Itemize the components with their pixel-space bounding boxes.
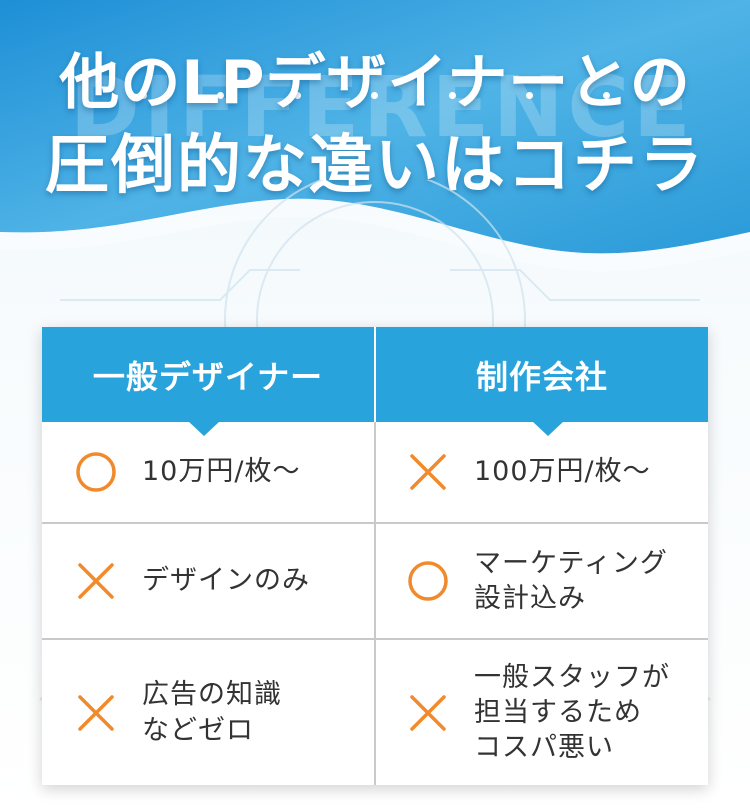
table-cell: 10万円/枚〜: [74, 422, 300, 522]
table-cell: 広告の知識 などゼロ: [74, 640, 282, 785]
table-header: 一般デザイナー 制作会社: [42, 327, 708, 436]
cell-text: マーケティング: [474, 547, 668, 579]
column-divider: [374, 422, 376, 785]
page-title-line-1: 他のLPデザイナーとの: [59, 48, 691, 118]
table-cell: デザインのみ: [74, 524, 310, 638]
table-cell: 100万円/枚〜: [406, 422, 651, 522]
cross-icon: [74, 559, 118, 603]
table-cell: マーケティング 設計込み: [406, 524, 668, 638]
cross-icon: [74, 691, 118, 735]
circle-icon: [74, 450, 118, 494]
column-header-label: 一般デザイナー: [92, 357, 324, 396]
cross-icon: [406, 691, 450, 735]
cell-text: 100万円/枚〜: [474, 456, 651, 488]
circle-icon: [406, 559, 450, 603]
cell-text: デザインのみ: [142, 565, 310, 597]
cross-icon: [406, 450, 450, 494]
page: DIFFERENCE 他のLPデザイナーとの 圧倒的な違いはコチラ 一般デザイナ…: [0, 0, 750, 810]
cell-text: 担当するため: [474, 696, 642, 728]
header-divider: [374, 327, 376, 422]
cell-text: 10万円/枚〜: [142, 456, 301, 488]
column-header-production-company: 制作会社: [376, 327, 708, 436]
cell-text: 一般スタッフが: [474, 661, 670, 693]
comparison-table: 一般デザイナー 制作会社 10万円/枚〜 100万円/枚〜 デザインのみ マーケ…: [42, 327, 708, 785]
column-header-label: 制作会社: [475, 357, 608, 396]
column-header-general-designer: 一般デザイナー: [42, 327, 374, 436]
table-cell: 一般スタッフが 担当するため コスパ悪い: [406, 640, 670, 785]
cell-text: 広告の知識: [142, 679, 282, 711]
cell-text: 設計込み: [474, 583, 586, 614]
cell-text: などゼロ: [142, 714, 254, 746]
cell-text: コスパ悪い: [474, 732, 614, 764]
